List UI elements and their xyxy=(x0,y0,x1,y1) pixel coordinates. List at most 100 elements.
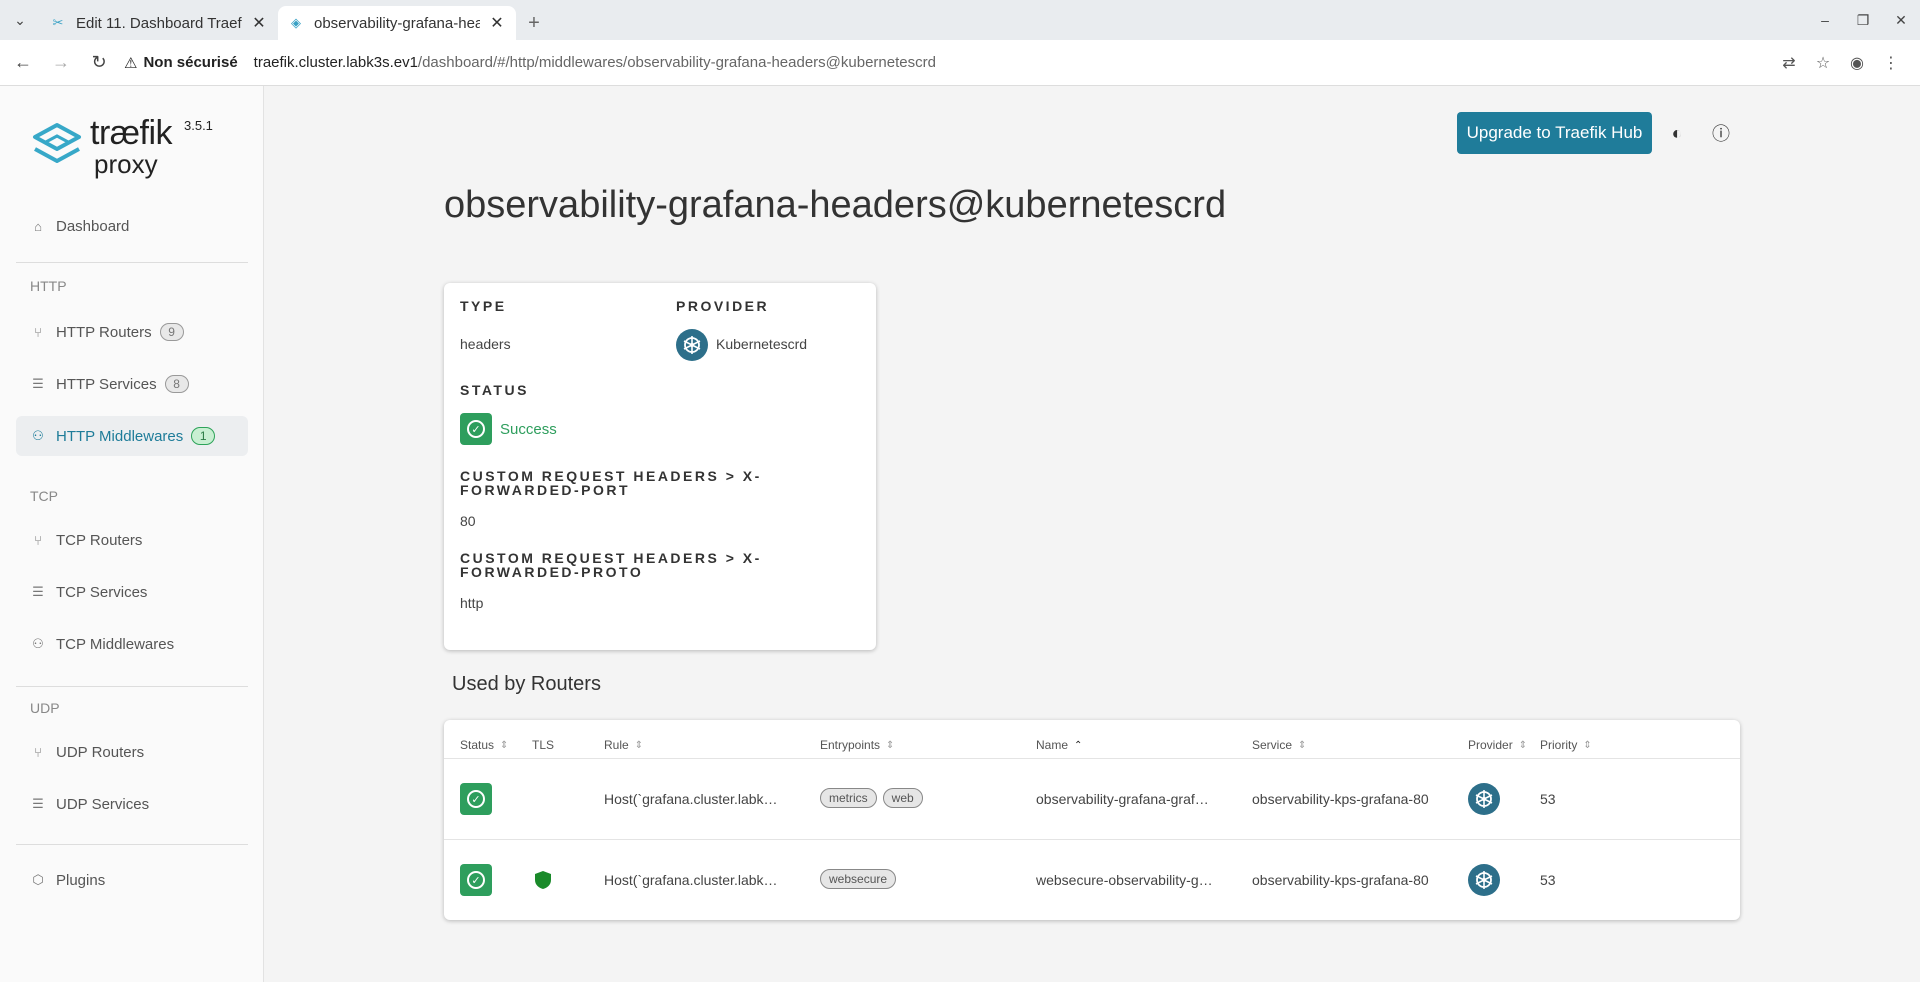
column-status[interactable]: Status ⇕ xyxy=(460,738,508,752)
status-label: STATUS xyxy=(460,382,529,398)
middleware-details-card: TYPE headers PROVIDER Kubernetescrd STAT… xyxy=(444,283,876,650)
count-badge: 8 xyxy=(164,375,189,393)
column-provider[interactable]: Provider ⇕ xyxy=(1468,738,1527,752)
browser-tab-1[interactable]: ✂ Edit 11. Dashboard Traefik ✕ xyxy=(40,6,278,40)
row-priority: 53 xyxy=(1540,791,1556,807)
section-label-http: HTTP xyxy=(30,278,67,294)
close-icon[interactable]: ✕ xyxy=(250,13,268,33)
kubernetes-icon xyxy=(1468,864,1500,896)
services-icon: ☰ xyxy=(32,376,44,391)
menu-kebab-icon[interactable]: ⋮ xyxy=(1874,53,1908,73)
sidebar-item-dashboard[interactable]: ⌂ Dashboard xyxy=(16,206,248,246)
header2-value: http xyxy=(460,595,484,611)
header1-label-cont: FORWARDED-PORT xyxy=(460,482,631,498)
minimize-icon[interactable]: – xyxy=(1806,12,1844,28)
column-priority[interactable]: Priority ⇕ xyxy=(1540,738,1592,752)
help-icon[interactable]: ⓘ xyxy=(1708,120,1734,146)
sidebar-item-http-services[interactable]: ☰ HTTP Services 8 xyxy=(16,364,248,404)
logo-brand: træfik xyxy=(90,114,173,152)
header1-label: CUSTOM REQUEST HEADERS > X- xyxy=(460,468,762,484)
warning-icon[interactable]: ⚠ xyxy=(124,54,137,72)
bookmark-star-icon[interactable]: ☆ xyxy=(1806,53,1840,73)
restore-icon[interactable]: ❐ xyxy=(1844,12,1882,29)
header1-value: 80 xyxy=(460,513,476,529)
row-name[interactable]: observability-grafana-graf… xyxy=(1036,791,1209,807)
sidebar-item-label: TCP Middlewares xyxy=(56,635,175,653)
url-path: /dashboard/#/http/middlewares/observabil… xyxy=(417,54,936,71)
sidebar-item-tcp-routers[interactable]: ⑂ TCP Routers xyxy=(16,520,248,560)
tab-title: observability-grafana-headers xyxy=(314,14,480,32)
row-service[interactable]: observability-kps-grafana-80 xyxy=(1252,872,1429,888)
traefik-logo[interactable]: træfik proxy 3.5.1 xyxy=(32,116,232,186)
close-icon[interactable]: ✕ xyxy=(488,13,506,33)
success-check-icon: ✓ xyxy=(460,413,492,445)
logo-subtitle: proxy xyxy=(94,149,158,179)
sidebar-item-label: HTTP Routers xyxy=(56,323,152,341)
close-window-icon[interactable]: ✕ xyxy=(1882,12,1920,29)
sidebar: træfik proxy 3.5.1 ⌂ Dashboard HTTP ⑂ HT… xyxy=(0,86,264,982)
sidebar-item-label: HTTP Middlewares xyxy=(56,427,184,445)
sidebar-item-label: TCP Routers xyxy=(56,531,143,549)
new-tab-icon[interactable]: + xyxy=(516,6,552,40)
sidebar-item-udp-routers[interactable]: ⑂ UDP Routers xyxy=(16,732,248,772)
entrypoint-chip: websecure xyxy=(820,869,897,889)
services-icon: ☰ xyxy=(32,796,44,811)
success-check-icon[interactable]: ✓ xyxy=(460,783,492,815)
column-rule[interactable]: Rule ⇕ xyxy=(604,738,643,752)
column-service[interactable]: Service ⇕ xyxy=(1252,738,1306,752)
sidebar-item-tcp-services[interactable]: ☰ TCP Services xyxy=(16,572,248,612)
row-priority: 53 xyxy=(1540,872,1556,888)
section-label-tcp: TCP xyxy=(30,488,58,504)
routers-icon: ⑂ xyxy=(34,532,42,548)
success-check-icon[interactable]: ✓ xyxy=(460,864,492,896)
sidebar-item-udp-services[interactable]: ☰ UDP Services xyxy=(16,784,248,824)
row-rule[interactable]: Host(`grafana.cluster.labk… xyxy=(604,872,778,888)
row-entrypoints: metrics web xyxy=(820,788,929,808)
back-icon[interactable]: ← xyxy=(8,48,38,78)
reload-icon[interactable]: ↻ xyxy=(84,48,114,78)
url-field[interactable]: ⚠ Non sécurisé traefik.cluster.labk3s.ev… xyxy=(124,47,1772,79)
url-host: traefik.cluster.labk3s.ev1 xyxy=(253,54,418,71)
browser-tab-bar: ⌄ ✂ Edit 11. Dashboard Traefik ✕ ◈ obser… xyxy=(0,0,1920,40)
column-entrypoints[interactable]: Entrypoints ⇕ xyxy=(820,738,894,752)
middlewares-icon: ⚇ xyxy=(32,428,44,443)
divider xyxy=(16,262,248,263)
row-service[interactable]: observability-kps-grafana-80 xyxy=(1252,791,1429,807)
translate-icon[interactable]: ⇄ xyxy=(1772,53,1806,73)
type-value: headers xyxy=(460,336,511,352)
forward-icon[interactable]: → xyxy=(46,48,76,78)
sidebar-item-label: Dashboard xyxy=(56,217,130,235)
column-name[interactable]: Name ⌃ xyxy=(1036,738,1082,752)
sidebar-item-tcp-middlewares[interactable]: ⚇ TCP Middlewares xyxy=(16,624,248,664)
status-value: Success xyxy=(500,421,557,438)
sidebar-item-label: Plugins xyxy=(56,871,106,889)
sort-icon: ⇕ xyxy=(634,739,644,751)
used-by-routers-title: Used by Routers xyxy=(452,673,601,695)
theme-toggle-icon[interactable]: ◐ xyxy=(1664,120,1690,146)
provider-label: PROVIDER xyxy=(676,298,770,314)
row-entrypoints: websecure xyxy=(820,869,902,889)
kubernetes-icon xyxy=(676,329,708,361)
sidebar-item-plugins[interactable]: ⬡ Plugins xyxy=(16,860,248,900)
entrypoint-chip: web xyxy=(882,788,923,808)
traefik-favicon-icon: ✂ xyxy=(52,15,64,30)
profile-icon[interactable]: ◉ xyxy=(1840,53,1874,73)
row-name[interactable]: websecure-observability-g… xyxy=(1036,872,1213,888)
sidebar-item-http-middlewares[interactable]: ⚇ HTTP Middlewares 1 xyxy=(16,416,248,456)
upgrade-button[interactable]: Upgrade to Traefik Hub xyxy=(1457,112,1652,154)
entrypoint-chip: metrics xyxy=(820,788,877,808)
type-label: TYPE xyxy=(460,298,507,314)
insecure-label[interactable]: Non sécurisé xyxy=(143,54,237,71)
header2-label: CUSTOM REQUEST HEADERS > X- xyxy=(460,550,762,566)
traefik-logo-icon xyxy=(33,123,81,163)
divider xyxy=(16,686,248,687)
sidebar-item-label: TCP Services xyxy=(56,583,148,601)
sidebar-item-http-routers[interactable]: ⑂ HTTP Routers 9 xyxy=(16,312,248,352)
tab-title: Edit 11. Dashboard Traefik xyxy=(76,14,242,32)
sort-icon: ⇕ xyxy=(1518,739,1528,751)
tab-search-icon[interactable]: ⌄ xyxy=(0,0,40,40)
browser-tab-2[interactable]: ◈ observability-grafana-headers ✕ xyxy=(278,6,516,40)
row-rule[interactable]: Host(`grafana.cluster.labk… xyxy=(604,791,778,807)
plugins-icon: ⬡ xyxy=(32,872,44,887)
routers-table: Status ⇕ TLS Rule ⇕ Entrypoints ⇕ Name ⌃ Ser… xyxy=(444,720,1740,920)
